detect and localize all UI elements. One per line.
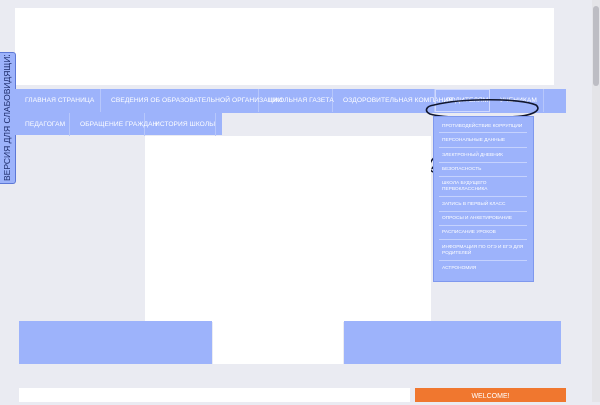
- parents-dropdown-menu: ПРОТИВОДЕЙСТВИЕ КОРРУПЦИИ ПЕРСОНАЛЬНЫЕ Д…: [433, 116, 534, 282]
- dropdown-item-surveys[interactable]: ОПРОСЫ И АНКЕТИРОВАНИЕ: [439, 213, 527, 226]
- dropdown-item-personal-data[interactable]: ПЕРСОНАЛЬНЫЕ ДАННЫЕ: [439, 134, 527, 148]
- nav-item-parents[interactable]: РОДИТЕЛЯМ: [435, 89, 490, 112]
- label-line-1: ИНФОРМАЦИЯ ПО ОГЭ И ЕГЭ ДЛЯ: [442, 244, 524, 250]
- scrollbar-thumb[interactable]: [593, 6, 599, 86]
- dropdown-item-future-first-grader[interactable]: ШКОЛА БУДУЩЕГО ПЕРВОКЛАССНИКА: [439, 178, 527, 197]
- nav-item-school-newspaper[interactable]: ШКОЛЬНАЯ ГАЗЕТА: [259, 89, 334, 112]
- dropdown-item-exam-info[interactable]: ИНФОРМАЦИЯ ПО ОГЭ И ЕГЭ ДЛЯ РОДИТЕЛЕЙ: [439, 241, 527, 261]
- nav-item-students[interactable]: УЧЕНИКАМ: [490, 89, 544, 112]
- nav-item-health-campaign[interactable]: ОЗДОРОВИТЕЛЬНАЯ КОМПАНИЯ: [333, 89, 453, 112]
- header-banner: [15, 8, 554, 85]
- nav-item-organization-info[interactable]: СВЕДЕНИЯ ОБ ОБРАЗОВАТЕЛЬНОЙ ОРГАНИЗАЦИИ: [101, 89, 282, 112]
- dropdown-item-label: ШКОЛА БУДУЩЕГО ПЕРВОКЛАССНИКА: [442, 181, 488, 193]
- dropdown-item-label: ПЕРСОНАЛЬНЫЕ ДАННЫЕ: [442, 137, 506, 143]
- dropdown-item-first-grade-enrollment[interactable]: ЗАПИСЬ В ПЕРВЫЙ КЛАСС: [439, 198, 527, 212]
- dropdown-item-astronomy[interactable]: АСТРОНОМИЯ: [439, 262, 527, 276]
- vertical-scrollbar[interactable]: [592, 0, 600, 402]
- banner-block-left: [19, 321, 212, 364]
- label-line-1: ШКОЛА БУДУЩЕГО: [442, 181, 487, 186]
- label-line-2: РОДИТЕЛЕЙ: [442, 250, 472, 256]
- dropdown-item-anti-corruption[interactable]: ПРОТИВОДЕЙСТВИЕ КОРРУПЦИИ: [439, 121, 527, 133]
- nav-row-secondary: ПЕДАГОГАМ ОБРАЩЕНИЕ ГРАЖДАН ИСТОРИЯ ШКОЛ…: [15, 113, 216, 136]
- news-content-area: [19, 388, 410, 402]
- content-panel: [145, 136, 431, 322]
- banner-block-right: [344, 321, 561, 364]
- nav-item-teachers[interactable]: ПЕДАГОГАМ: [15, 113, 70, 136]
- accessibility-version-tab[interactable]: ВЕРСИЯ ДЛЯ СЛАБОВИДЯЩИХ: [0, 52, 16, 184]
- label-line-2: ПЕРВОКЛАССНИКА: [442, 187, 488, 192]
- accessibility-version-label: ВЕРСИЯ ДЛЯ СЛАБОВИДЯЩИХ: [2, 55, 12, 181]
- dropdown-item-label: ИНФОРМАЦИЯ ПО ОГЭ И ЕГЭ ДЛЯ РОДИТЕЛЕЙ: [442, 245, 523, 257]
- nav-item-school-history[interactable]: ИСТОРИЯ ШКОЛЫ: [145, 113, 216, 136]
- dropdown-item-label: ПРОТИВОДЕЙСТВИЕ КОРРУПЦИИ: [442, 123, 523, 129]
- dropdown-item-label: ЭЛЕКТРОННЫЙ ДНЕВНИК: [442, 152, 503, 158]
- banner-block-middle: [213, 321, 343, 364]
- nav-row-primary: ГЛАВНАЯ СТРАНИЦА СВЕДЕНИЯ ОБ ОБРАЗОВАТЕЛ…: [15, 89, 544, 112]
- nav-item-home[interactable]: ГЛАВНАЯ СТРАНИЦА: [15, 89, 101, 112]
- dropdown-item-lesson-schedule[interactable]: РАСПИСАНИЕ УРОКОВ: [439, 227, 527, 240]
- dropdown-item-electronic-diary[interactable]: ЭЛЕКТРОННЫЙ ДНЕВНИК: [439, 149, 527, 163]
- nav-item-citizen-appeals[interactable]: ОБРАЩЕНИЕ ГРАЖДАН: [70, 113, 157, 136]
- dropdown-item-label: БЕЗОПАСНОСТЬ: [442, 167, 482, 172]
- dropdown-item-safety[interactable]: БЕЗОПАСНОСТЬ: [439, 164, 527, 177]
- dropdown-item-label: АСТРОНОМИЯ: [442, 266, 477, 271]
- dropdown-item-label: РАСПИСАНИЕ УРОКОВ: [442, 230, 496, 235]
- welcome-header: WELCOME!: [415, 388, 566, 402]
- dropdown-item-label: ОПРОСЫ И АНКЕТИРОВАНИЕ: [442, 216, 513, 221]
- dropdown-item-label: ЗАПИСЬ В ПЕРВЫЙ КЛАСС: [442, 201, 506, 207]
